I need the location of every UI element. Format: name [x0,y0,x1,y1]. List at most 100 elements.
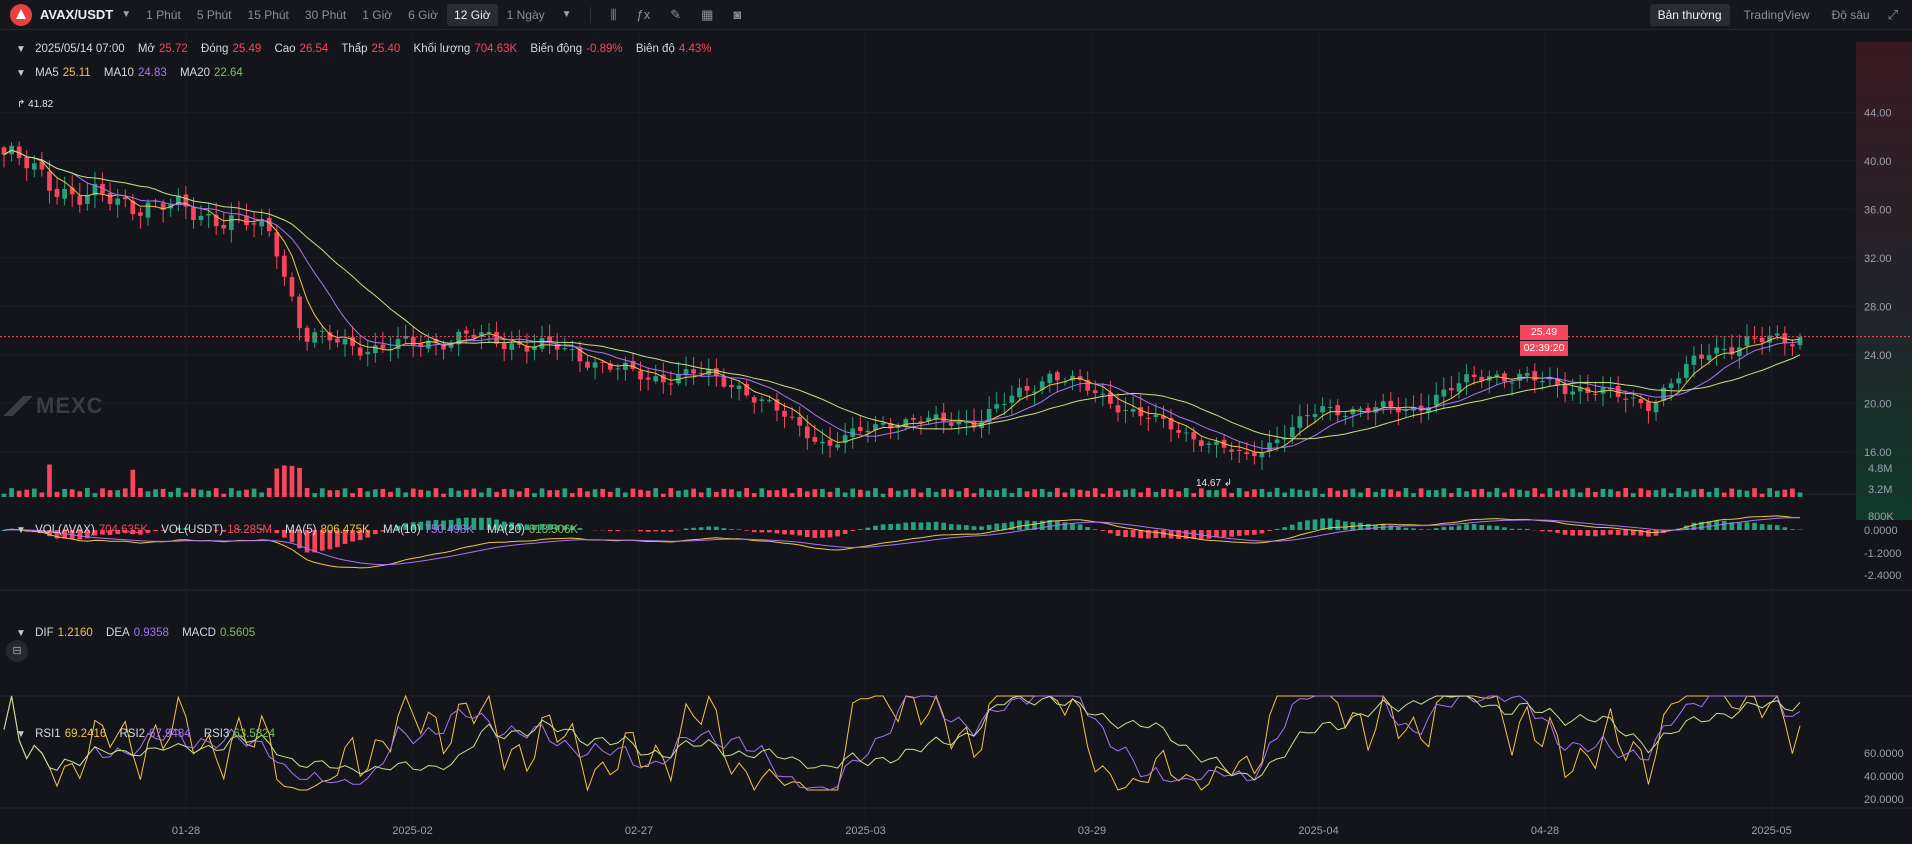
candle-body [1001,403,1007,406]
volume-bar [1729,488,1735,497]
volume-axis-label: 4.8M [1868,463,1892,475]
volume-bar [1388,489,1394,497]
volume-bar [1191,493,1197,497]
macd-bar [842,530,848,534]
candle-body [54,188,60,197]
candle-body [274,232,280,257]
volume-bar [1198,488,1204,497]
volume-bar [24,489,30,497]
collapse-chevron-icon[interactable]: ▼ [16,525,26,536]
candle-body [638,370,643,380]
volume-bar [327,490,333,497]
rsi-axis-label: 40.0000 [1864,771,1904,783]
symbol-name[interactable]: AVAX/USDT [40,7,113,22]
volume-bar [236,490,242,497]
settings-icon[interactable]: ⊟ [6,640,28,662]
volume-bar [1418,488,1424,497]
timeframe-30m[interactable]: 30 Phút [298,4,353,26]
fullscreen-icon[interactable]: ⤢ [1888,7,1898,23]
volume-axis-label: 800K [1868,511,1894,523]
toolbar-divider [589,6,591,23]
candle-body [1562,384,1568,395]
volume-bar [1638,488,1644,497]
volume-bar [532,493,537,497]
timeframe-6h[interactable]: 6 Giờ [401,4,445,26]
candle-body [62,189,67,199]
tab-tradingview[interactable]: TradingView [1736,4,1818,26]
volume-bar [168,491,174,497]
timeframe-15m[interactable]: 15 Phút [241,4,296,26]
candle-body [585,361,590,368]
macd-bar [607,530,613,532]
rsi2-value: 67.9484 [149,728,191,740]
price-chart[interactable]: 44.00 40.00 36.00 32.00 28.00 24.00 20.00 16.00… [0,30,1912,844]
volume-bar [1721,492,1727,497]
vol-ma10-label: MA(10) [382,524,421,536]
candle-body [206,213,211,216]
candle-type-icon[interactable]: ⫼ [611,7,617,23]
volume-bar [1403,487,1409,497]
collapse-chevron-icon[interactable]: ▼ [16,628,26,639]
volume-legend: ▼ VOL(AVAX) 704.635K VOL(USDT) 18.285M MA(… [16,524,588,536]
macd-bar [683,528,689,530]
tab-depth[interactable]: Độ sâu [1824,4,1878,26]
volume-bar [691,488,696,497]
timeframe-12h[interactable]: 12 Giờ [447,3,498,26]
volume-bar [585,491,590,497]
volume-bar [1464,491,1469,497]
chevron-down-icon[interactable]: ▼ [121,9,131,20]
volume-bar [1092,488,1098,497]
high-marker-value: 41.82 [28,99,54,110]
candle-body [615,368,621,370]
timeframe-more-chevron-icon[interactable]: ▼ [562,9,572,20]
candle-body [1593,393,1598,395]
candle-body [1737,347,1742,357]
price-axis-label: 32.00 [1864,253,1892,265]
macd-bar [1577,530,1583,536]
volume-bar [365,491,371,497]
timeframe-5m[interactable]: 5 Phút [190,4,239,26]
macd-value: 0.5605 [219,627,256,639]
volume-bar [372,489,378,497]
candle-body [1699,354,1704,359]
macd-bar [1017,520,1022,530]
volume-bar [39,492,45,497]
collapse-chevron-icon[interactable]: ▼ [16,68,26,79]
candle-body [1244,452,1250,454]
volume-bar [395,487,401,497]
candle-body [948,422,954,426]
collapse-chevron-icon[interactable]: ▼ [16,729,26,740]
timeframe-1d[interactable]: 1 Ngày [500,4,552,26]
rsi-legend: ▼ RSI1 69.2416 RSI2 67.9484 RSI3 63.5824 [16,728,285,740]
collapse-chevron-icon[interactable]: ▼ [16,44,26,55]
candle-body [539,338,545,349]
timeframe-1m[interactable]: 1 Phút [139,4,188,26]
ma10-line [3,149,1801,450]
volume-bar [1282,492,1288,497]
macd-bar [1312,519,1318,530]
volume-bar [471,488,477,497]
candle-body [77,195,83,205]
candle-body [820,441,825,444]
draw-icon[interactable]: ✎ [670,7,681,23]
candle-body [47,171,52,191]
candle-body [1630,397,1636,399]
candle-body [1380,401,1386,407]
indicator-icon[interactable]: ƒx [637,7,651,22]
open-label: Mở [137,43,155,55]
volume-bar [221,493,227,497]
macd-bar [1570,530,1576,536]
date-axis-label: 04-28 [1531,825,1559,837]
macd-bar [1403,527,1409,530]
timeframe-1h[interactable]: 1 Giờ [355,4,399,26]
volume-bar [1585,487,1591,497]
macd-bar [713,526,719,530]
candle-body [1206,443,1212,445]
candle-body [1289,427,1295,438]
volume-bar [1077,489,1083,497]
tab-standard[interactable]: Bản thường [1649,4,1730,26]
layout-icon[interactable]: ▦ [701,7,713,23]
macd-bar [1441,526,1447,530]
camera-icon[interactable]: ◙ [733,7,741,22]
macd-bar [933,521,939,530]
